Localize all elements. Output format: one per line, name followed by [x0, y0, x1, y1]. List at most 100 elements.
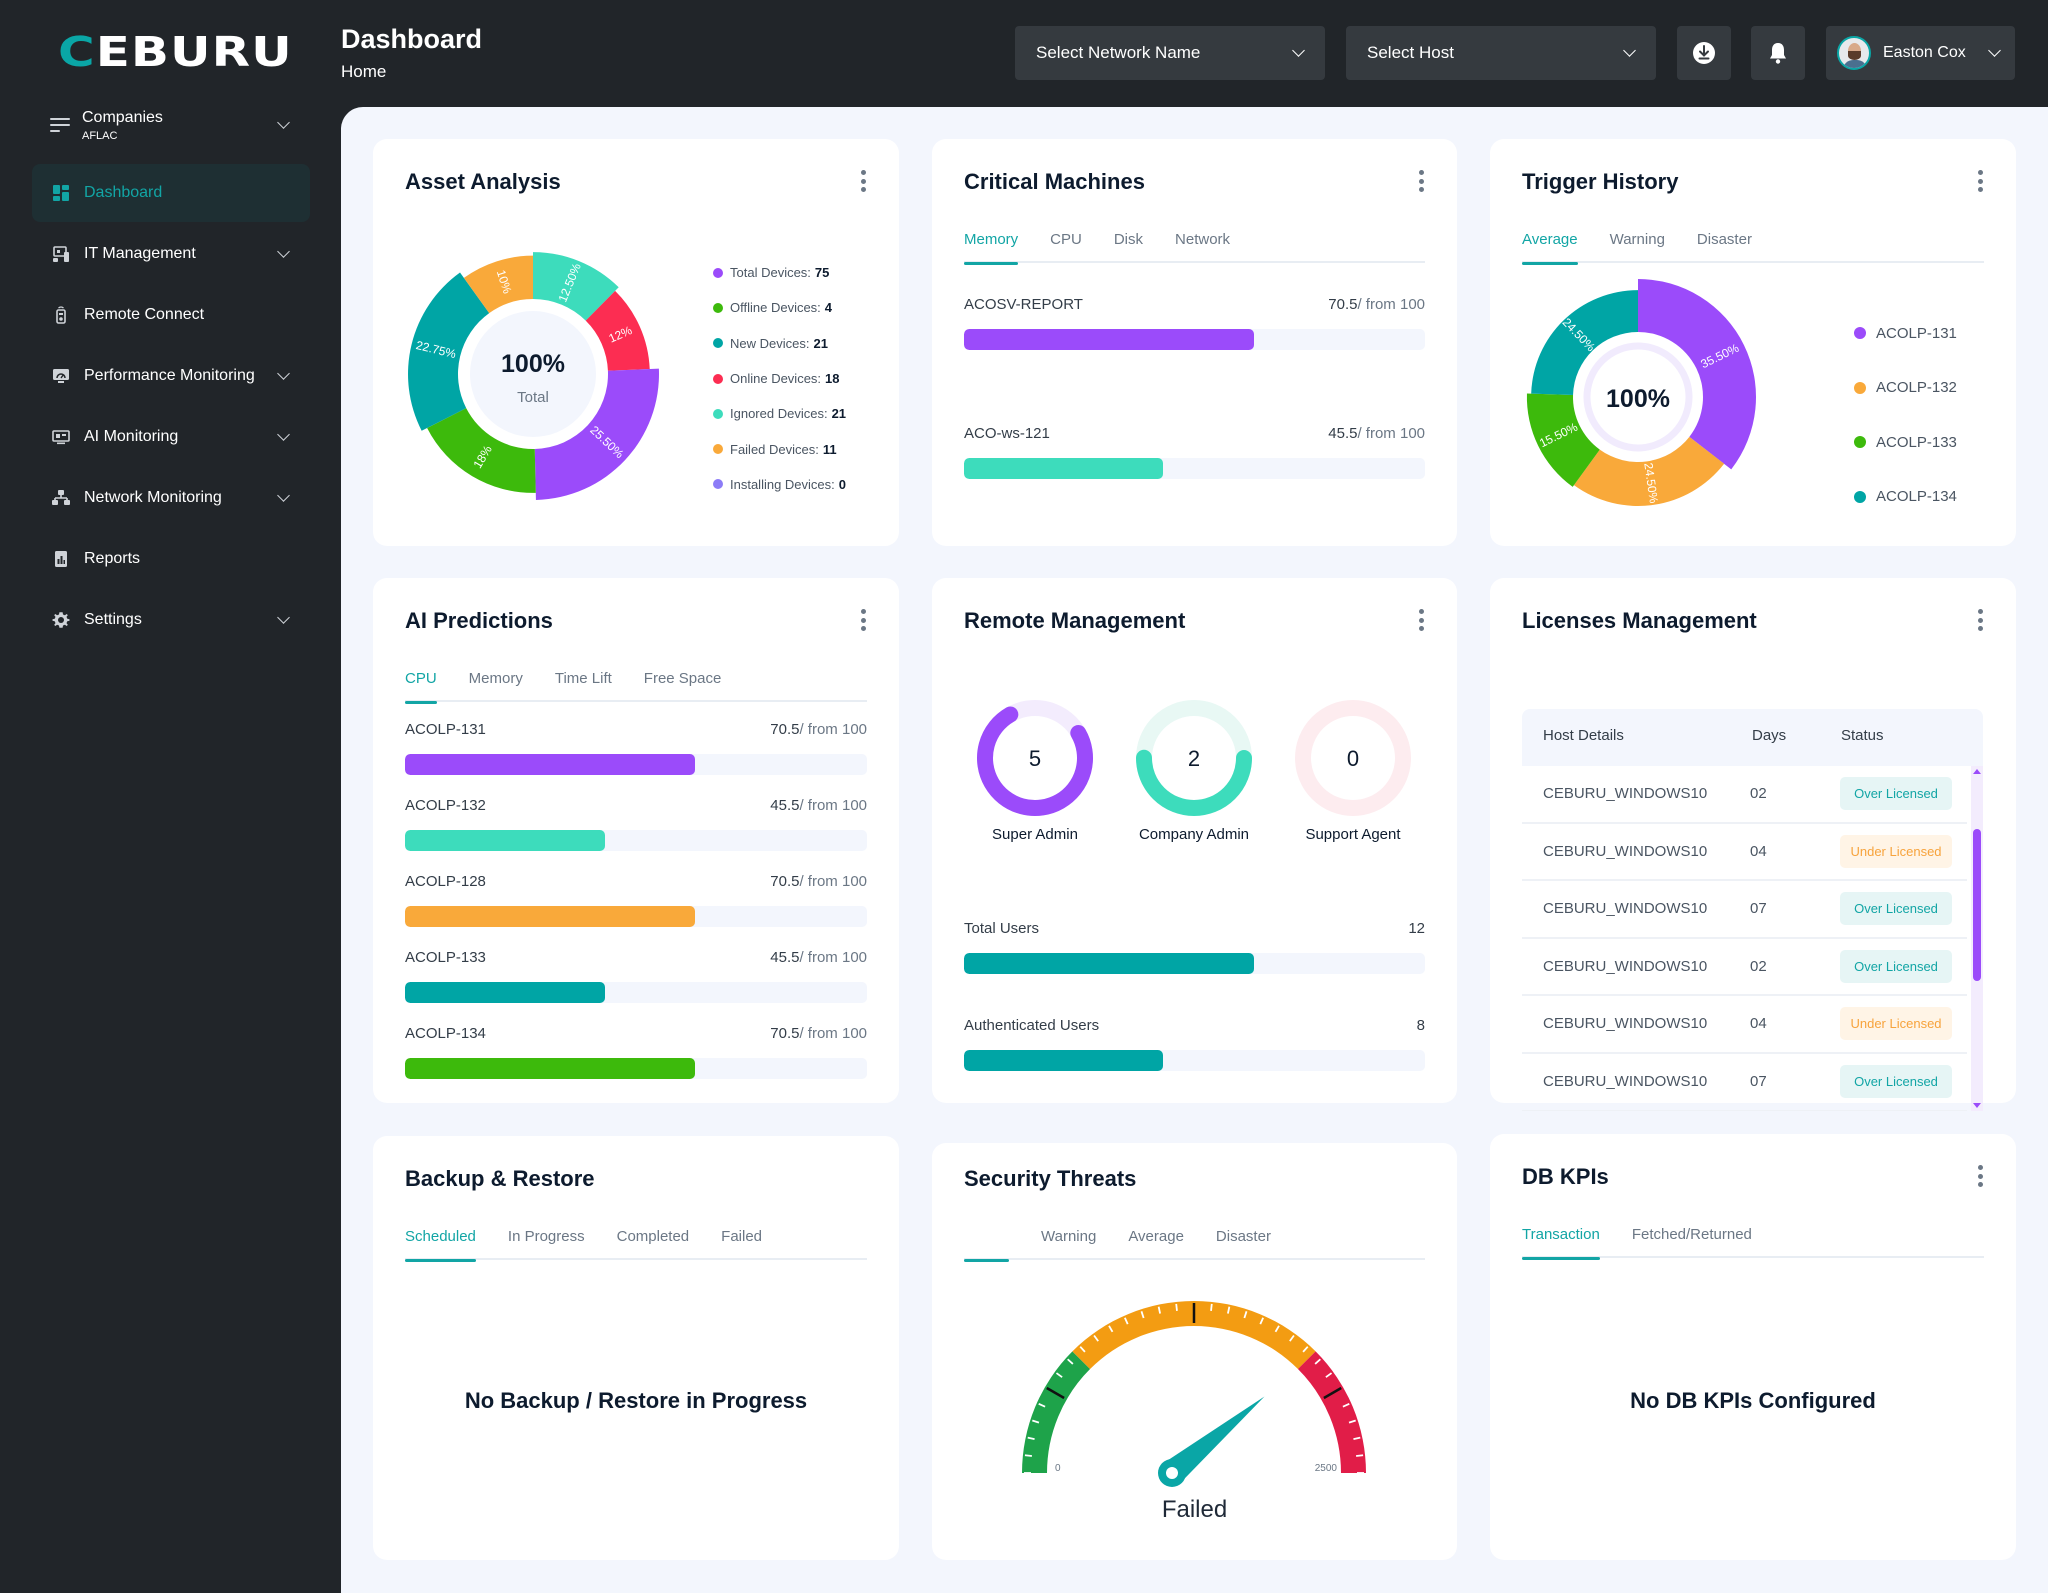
scrollbar[interactable] — [1971, 766, 1983, 1111]
host-name: CEBURU_WINDOWS10 — [1543, 957, 1708, 975]
tab-free-space[interactable]: Free Space — [644, 668, 722, 702]
gauge-minor-tick — [1175, 1303, 1178, 1311]
legend-item: Ignored Devices: 21 — [713, 396, 846, 431]
ring-chart: 2 — [1136, 700, 1252, 816]
host-name: CEBURU_WINDOWS10 — [1543, 900, 1708, 918]
progress-number: 8 — [1416, 1017, 1425, 1034]
threat-gauge-chart: 0 2500 — [1022, 1301, 1366, 1487]
tab-average[interactable]: Average — [1128, 1226, 1184, 1260]
tab-in-progress[interactable]: In Progress — [508, 1226, 585, 1260]
dashboard-content: Asset Analysis 12.50% 12% 25.50% 18% 22.75% 1… — [341, 107, 2048, 1593]
breadcrumb[interactable]: Home — [341, 62, 386, 82]
download-icon — [1693, 42, 1715, 64]
table-row[interactable]: CEBURU_WINDOWS10 04 Under Licensed — [1522, 824, 1967, 882]
role-ring-support-agent[interactable]: 0 Support Agent — [1277, 698, 1429, 843]
table-row[interactable]: CEBURU_WINDOWS10 02 Over Licensed — [1522, 939, 1967, 997]
legend-item: ACOLP-132 — [1854, 361, 1957, 416]
scrollbar-thumb[interactable] — [1973, 829, 1981, 981]
trigger-donut-chart: 35.50%24.50%15.50%24.50%100% — [1526, 279, 1756, 506]
legend-label: Ignored Devices: — [730, 406, 828, 422]
tab-warning[interactable]: Warning — [1610, 229, 1665, 263]
tab-failed[interactable]: Failed — [721, 1226, 762, 1260]
legend-item: ACOLP-131 — [1854, 306, 1957, 361]
sidebar-item-reports[interactable]: Reports — [32, 530, 310, 588]
asset-donut-chart: 12.50%12%25.50%18%22.75%10%100%Total — [408, 252, 659, 500]
progress-number: 12 — [1408, 920, 1425, 937]
notifications-button[interactable] — [1751, 26, 1805, 80]
progress-row: ACOLP-132 45.5/ from 100 — [405, 797, 867, 853]
tab-time-lift[interactable]: Time Lift — [555, 668, 612, 702]
tab-disk[interactable]: Disk — [1114, 229, 1143, 263]
more-options-icon[interactable] — [1418, 170, 1424, 192]
sidebar-item-label: Remote Connect — [84, 306, 205, 323]
tab-memory[interactable]: Memory — [964, 229, 1019, 265]
more-options-icon[interactable] — [1418, 609, 1424, 631]
more-options-icon[interactable] — [1977, 1165, 1983, 1187]
sidebar-item-ai-monitoring[interactable]: AI Monitoring — [32, 408, 310, 466]
table-row[interactable]: CEBURU_WINDOWS10 07 Over Licensed — [1522, 1054, 1967, 1111]
progress-track — [964, 458, 1425, 479]
progress-label: ACOLP-131 — [405, 721, 486, 738]
network-select[interactable]: Select Network Name — [1015, 26, 1325, 80]
sidebar-item-performance-monitoring[interactable]: Performance Monitoring — [32, 347, 310, 405]
progress-fill — [964, 458, 1164, 479]
tab-completed[interactable]: Completed — [617, 1226, 690, 1260]
user-menu[interactable]: Easton Cox — [1826, 26, 2015, 80]
sidebar-item-network-monitoring[interactable]: Network Monitoring — [32, 469, 310, 527]
table-row[interactable]: CEBURU_WINDOWS10 04 Under Licensed — [1522, 996, 1967, 1054]
tab-scheduled[interactable]: Scheduled — [405, 1226, 476, 1262]
tab-disaster[interactable]: Disaster — [1697, 229, 1752, 263]
table-row[interactable]: CEBURU_WINDOWS10 07 Over Licensed — [1522, 881, 1967, 939]
column-header-host[interactable]: Host Details — [1543, 727, 1624, 744]
tab-disaster[interactable]: Disaster — [1216, 1226, 1271, 1260]
sidebar-item-remote-connect[interactable]: Remote Connect — [32, 286, 310, 344]
critical-machines-tabs: Memory CPU Disk Network — [964, 229, 1425, 265]
more-options-icon[interactable] — [1977, 170, 1983, 192]
more-options-icon[interactable] — [860, 609, 866, 631]
column-header-status[interactable]: Status — [1841, 727, 1884, 744]
more-options-icon[interactable] — [1977, 609, 1983, 631]
tab-all[interactable] — [964, 1226, 1009, 1262]
table-row[interactable]: CEBURU_WINDOWS10 02 Over Licensed — [1522, 766, 1967, 824]
progress-value: 70.5/ from 100 — [770, 873, 867, 890]
host-name: CEBURU_WINDOWS10 — [1543, 842, 1708, 860]
role-ring-super-admin[interactable]: 5 Super Admin — [959, 698, 1111, 843]
tab-network[interactable]: Network — [1175, 229, 1230, 263]
column-header-days[interactable]: Days — [1752, 727, 1786, 744]
tab-average[interactable]: Average — [1522, 229, 1578, 265]
report-icon — [52, 550, 70, 568]
more-options-icon[interactable] — [860, 170, 866, 192]
tab-transaction[interactable]: Transaction — [1522, 1224, 1600, 1260]
ring-label: Super Admin — [992, 826, 1078, 843]
sidebar-item-it-management[interactable]: IT Management — [32, 225, 310, 283]
sidebar-item-dashboard[interactable]: Dashboard — [32, 164, 310, 222]
host-select[interactable]: Select Host — [1346, 26, 1656, 80]
download-button[interactable] — [1677, 26, 1731, 80]
tab-cpu[interactable]: CPU — [1050, 229, 1082, 263]
tab-fetched-returned[interactable]: Fetched/Returned — [1632, 1224, 1752, 1258]
ring-chart: 0 — [1295, 700, 1411, 816]
company-selector[interactable]: Companies AFLAC — [32, 100, 310, 150]
user-name: Easton Cox — [1883, 44, 1966, 61]
sidebar-item-settings[interactable]: Settings — [32, 591, 310, 649]
scroll-up-arrow-icon[interactable] — [1973, 769, 1981, 774]
progress-label: ACOLP-133 — [405, 949, 486, 966]
progress-value: 70.5/ from 100 — [770, 721, 867, 738]
days-value: 07 — [1750, 1072, 1767, 1090]
legend-label: ACOLP-131 — [1876, 324, 1957, 342]
progress-suffix: / from 100 — [799, 873, 867, 890]
ceburu-logo[interactable]: C EBURU — [58, 27, 293, 77]
tab-warning[interactable]: Warning — [1041, 1226, 1096, 1260]
tab-memory[interactable]: Memory — [469, 668, 523, 702]
security-threats-card: Security Threats Warning Average Disaster … — [932, 1143, 1457, 1560]
scroll-down-arrow-icon[interactable] — [1973, 1103, 1981, 1108]
role-ring-company-admin[interactable]: 2 Company Admin — [1118, 698, 1270, 843]
legend-value: 0 — [838, 476, 847, 492]
progress-row: Authenticated Users 8 — [964, 1017, 1425, 1073]
tab-cpu[interactable]: CPU — [405, 668, 437, 704]
critical-machines-card: Critical Machines Memory CPU Disk Network A… — [932, 139, 1457, 546]
gauge-status-label: Failed — [1161, 1496, 1228, 1523]
sidebar-item-label: Performance Monitoring — [84, 367, 255, 384]
status-badge: Under Licensed — [1840, 834, 1952, 868]
progress-number: 45.5 — [770, 797, 800, 814]
